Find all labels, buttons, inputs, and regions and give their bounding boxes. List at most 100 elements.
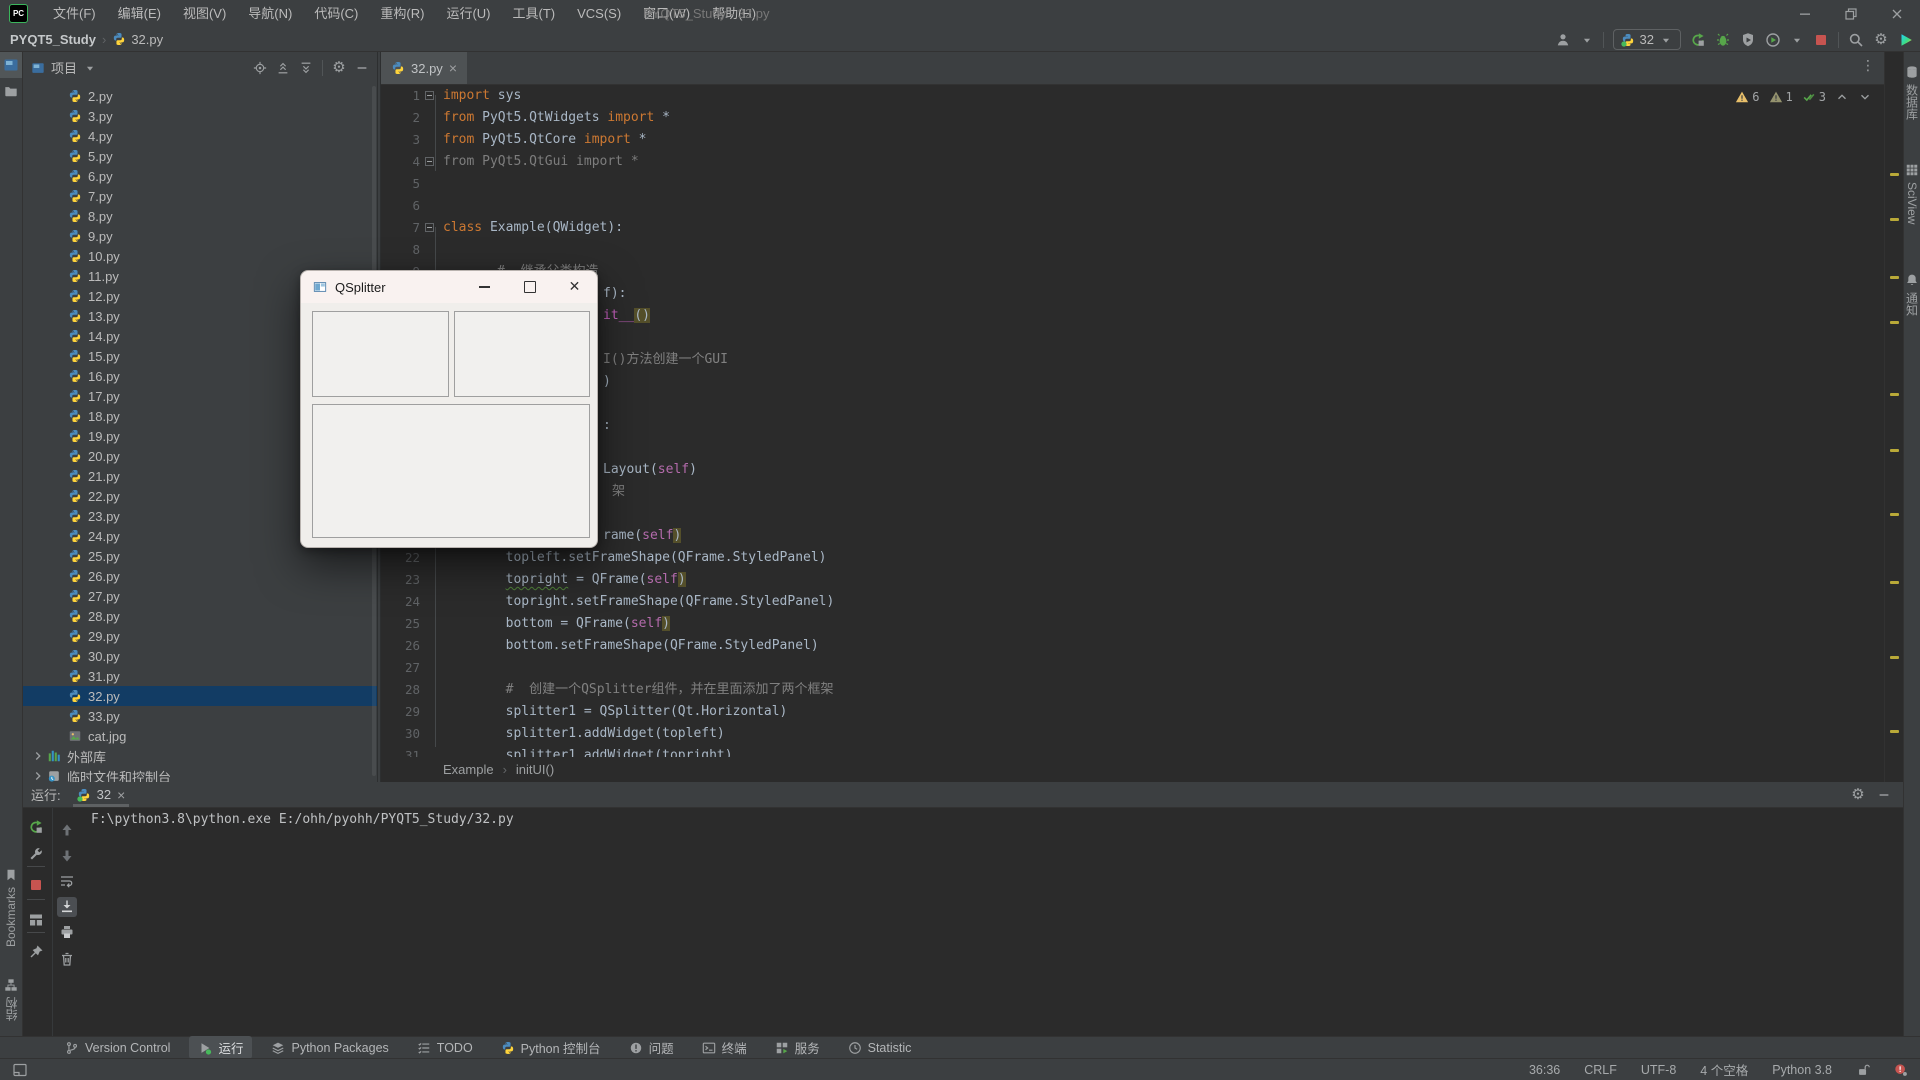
project-file[interactable]: 2.py (23, 86, 377, 106)
tool-window-button[interactable]: TODO (408, 1039, 482, 1057)
fold-icon[interactable] (425, 91, 434, 100)
warning-stripe-mark[interactable] (1890, 730, 1899, 733)
breadcrumb-method[interactable]: initUI() (516, 762, 554, 777)
gear-icon[interactable]: ⚙ (1851, 787, 1865, 802)
project-file[interactable]: 30.py (23, 646, 377, 666)
project-file[interactable]: 9.py (23, 226, 377, 246)
project-node[interactable]: 临时文件和控制台 (23, 766, 377, 782)
folder-tool-button[interactable] (0, 78, 22, 104)
menu-item[interactable]: 编辑(E) (107, 1, 172, 27)
tool-window-button[interactable]: 问题 (620, 1036, 683, 1059)
menu-item[interactable]: 运行(U) (435, 1, 501, 27)
expand-all-icon[interactable] (299, 61, 313, 75)
warning-stripe-mark[interactable] (1890, 656, 1899, 659)
project-file[interactable]: 5.py (23, 146, 377, 166)
tool-stripe-button[interactable]: SciView (1904, 163, 1920, 224)
events-icon[interactable] (1894, 1063, 1908, 1077)
project-tool-button[interactable] (0, 52, 22, 78)
collaborate-icon[interactable] (1555, 32, 1571, 48)
profiler-button[interactable] (1765, 32, 1781, 48)
search-icon[interactable] (1848, 32, 1864, 48)
scroll-end-icon[interactable] (57, 897, 77, 917)
settings-icon[interactable]: ⚙ (332, 60, 346, 75)
warning-stripe-mark[interactable] (1890, 276, 1899, 279)
ide-logo-icon[interactable] (1898, 32, 1914, 48)
menu-item[interactable]: 视图(V) (172, 1, 237, 27)
gear-icon[interactable]: ⚙ (1873, 32, 1889, 48)
wrench-icon[interactable] (28, 846, 44, 862)
minimize-window-button[interactable] (462, 271, 507, 303)
menu-item[interactable]: 重构(R) (369, 1, 435, 27)
close-tab-icon[interactable]: × (449, 61, 457, 75)
pin-icon[interactable] (28, 944, 44, 960)
warning-stripe-mark[interactable] (1890, 393, 1899, 396)
status-widget[interactable]: 36:36 (1529, 1063, 1560, 1077)
code-area[interactable]: 1234567891011121314151617181920212223242… (381, 85, 1884, 757)
project-file[interactable]: 25.py (23, 546, 377, 566)
unlocked-icon[interactable] (1856, 1063, 1870, 1077)
editor-scroll-stripe[interactable] (1884, 52, 1903, 782)
previous-problem-icon[interactable] (1835, 90, 1849, 104)
tool-window-button[interactable]: Python Packages (262, 1039, 397, 1057)
debug-button[interactable] (1715, 32, 1731, 48)
restore-window-button[interactable] (1828, 0, 1874, 27)
tool-stripe-button[interactable]: 数据库 (1904, 65, 1920, 120)
project-file[interactable]: 7.py (23, 186, 377, 206)
warning-stripe-mark[interactable] (1890, 581, 1899, 584)
tool-window-button[interactable]: 终端 (693, 1036, 756, 1059)
project-file[interactable]: 29.py (23, 626, 377, 646)
run-button[interactable] (1690, 32, 1706, 48)
project-file[interactable]: 4.py (23, 126, 377, 146)
warning-stripe-mark[interactable] (1890, 218, 1899, 221)
project-file[interactable]: 6.py (23, 166, 377, 186)
warning-stripe-mark[interactable] (1890, 513, 1899, 516)
run-tab[interactable]: 32 × (71, 782, 132, 807)
warning-stripe-mark[interactable] (1890, 449, 1899, 452)
close-window-button[interactable] (1874, 0, 1920, 27)
project-file[interactable]: 8.py (23, 206, 377, 226)
hide-panel-icon[interactable] (1877, 788, 1891, 802)
maximize-window-button[interactable] (507, 271, 552, 303)
menu-item[interactable]: 文件(F) (42, 1, 107, 27)
fold-icon[interactable] (425, 223, 434, 232)
minimize-window-button[interactable] (1782, 0, 1828, 27)
project-file[interactable]: 10.py (23, 246, 377, 266)
soft-wrap-icon[interactable] (59, 873, 75, 889)
menu-item[interactable]: VCS(S) (566, 1, 632, 27)
editor-tab[interactable]: 32.py × (381, 52, 467, 84)
project-file[interactable]: 3.py (23, 106, 377, 126)
breadcrumb-class[interactable]: Example (443, 762, 494, 777)
inspection-widget[interactable]: 6 1 3 (1735, 90, 1872, 104)
project-file[interactable]: cat.jpg (23, 726, 377, 746)
warning-stripe-mark[interactable] (1890, 321, 1899, 324)
menu-item[interactable]: 工具(T) (501, 1, 566, 27)
fold-icon[interactable] (425, 157, 434, 166)
chevron-right-icon[interactable] (31, 769, 45, 782)
status-widget[interactable]: UTF-8 (1641, 1063, 1676, 1077)
tool-window-button[interactable]: 运行 (189, 1036, 253, 1059)
tab-options-icon[interactable]: ⋮ (1860, 58, 1876, 74)
close-tab-icon[interactable]: × (117, 788, 125, 802)
chevron-down-icon[interactable] (1790, 33, 1804, 47)
stop-icon[interactable] (28, 877, 44, 893)
locate-icon[interactable] (253, 61, 267, 75)
project-file[interactable]: 32.py (23, 686, 377, 706)
project-file[interactable]: 26.py (23, 566, 377, 586)
tool-stripe-button[interactable]: 结构 (0, 978, 22, 1021)
collapse-all-icon[interactable] (276, 61, 290, 75)
print-icon[interactable] (59, 924, 75, 940)
down-icon[interactable] (59, 848, 75, 864)
chevron-down-icon[interactable] (83, 61, 97, 75)
hide-icon[interactable] (355, 61, 369, 75)
tool-window-button[interactable]: Statistic (839, 1039, 921, 1057)
chevron-right-icon[interactable] (31, 749, 45, 763)
coverage-button[interactable] (1740, 32, 1756, 48)
breadcrumb-project[interactable]: PYQT5_Study (10, 32, 96, 47)
close-window-button[interactable]: ✕ (552, 271, 597, 303)
rerun-icon[interactable] (28, 819, 44, 835)
status-widget[interactable]: CRLF (1584, 1063, 1617, 1077)
trash-icon[interactable] (59, 951, 75, 967)
run-configuration-select[interactable]: 32 (1612, 29, 1681, 50)
qsplitter-title-bar[interactable]: QSplitter ✕ (301, 271, 597, 303)
stop-button[interactable] (1813, 32, 1829, 48)
